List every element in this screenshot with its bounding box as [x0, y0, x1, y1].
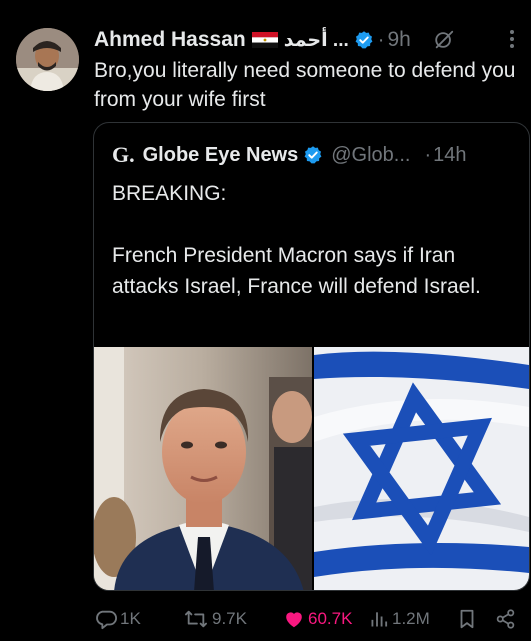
author-name[interactable]: Ahmed Hassan [94, 28, 246, 52]
globe-eye-logo: G. [112, 142, 135, 167]
tweet-header: Ahmed Hassan أحمد ... · 9h [94, 26, 523, 54]
tweet-time[interactable]: 9h [387, 28, 410, 52]
photo-of-man-in-suit[interactable] [94, 347, 312, 590]
quoted-author-handle[interactable]: @Glob... [331, 144, 410, 167]
repost-count: 9.7K [212, 609, 247, 628]
quoted-tweet-time[interactable]: 14h [433, 144, 466, 167]
quoted-author-name[interactable]: Globe Eye News [143, 144, 299, 167]
profile-photo-icon [16, 28, 79, 91]
tweet-text: Bro,you literally need someone to defend… [94, 59, 516, 111]
more-options-icon[interactable] [509, 28, 515, 50]
separator-dot: · [424, 143, 432, 166]
quoted-tweet-text: BREAKING: French President Macron says i… [112, 182, 481, 298]
repost-icon [185, 610, 207, 628]
separator-dot: · [377, 28, 385, 51]
grok-icon[interactable] [433, 29, 455, 51]
like-count: 60.7K [308, 609, 353, 628]
reply-count: 1K [120, 609, 141, 628]
reply-button[interactable]: 1K [95, 608, 165, 630]
view-count: 1.2M [392, 609, 430, 628]
israel-flag-icon [314, 347, 529, 590]
share-icon [496, 609, 515, 629]
bookmark-button[interactable] [457, 608, 481, 630]
verified-badge-icon [304, 146, 322, 164]
views-icon [371, 612, 388, 627]
avatar[interactable] [16, 28, 79, 91]
repost-button[interactable]: 9.7K [183, 608, 283, 630]
quoted-tweet-header: G. Globe Eye News @Glob... · 14h [112, 141, 519, 169]
views-button[interactable]: 1.2M [369, 609, 449, 629]
share-button[interactable] [495, 608, 519, 630]
like-button[interactable]: 60.7K [283, 608, 361, 630]
heart-icon [286, 612, 302, 628]
israeli-flag[interactable] [314, 347, 529, 590]
reply-icon [96, 610, 117, 630]
author-name-arabic[interactable]: أحمد ... [284, 29, 349, 52]
verified-badge-icon [355, 31, 373, 49]
quoted-tweet-media[interactable] [94, 347, 529, 590]
portrait-photo-icon [94, 347, 312, 590]
egypt-flag-icon [251, 32, 278, 48]
quoted-tweet[interactable]: G. Globe Eye News @Glob... · 14h BREAKIN… [93, 122, 530, 591]
bookmark-icon [460, 609, 474, 629]
tweet-action-bar: 1K 9.7K 60.7K 1.2M [95, 606, 525, 632]
